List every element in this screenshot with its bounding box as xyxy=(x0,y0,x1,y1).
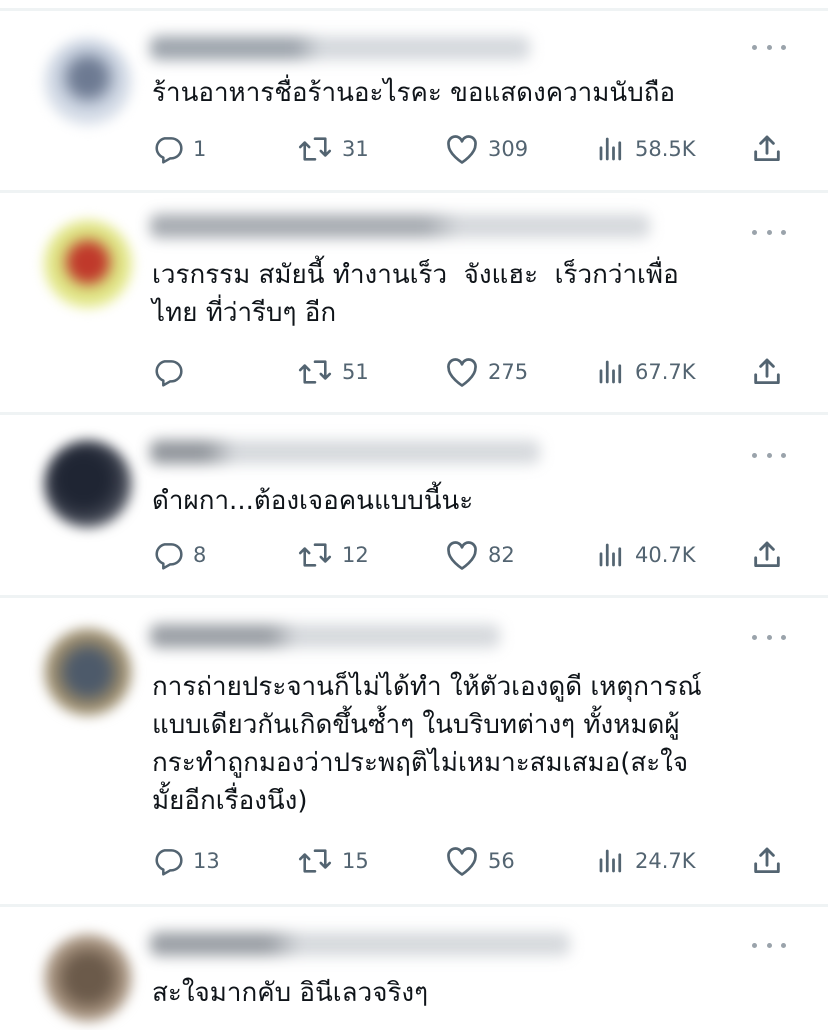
retweet-button[interactable]: 51 xyxy=(297,355,369,389)
tweet-text: ดำผกา...ต้องเจอคนแบบนี้นะ xyxy=(152,486,474,516)
divider xyxy=(0,595,828,598)
more-icon[interactable] xyxy=(752,448,786,462)
retweet-count: 31 xyxy=(342,137,369,161)
reply-count: 1 xyxy=(193,137,207,161)
retweet-count: 15 xyxy=(342,849,369,873)
tweet-text: เวรกรรม สมัยนี้ ทำงานเร็ว จังแฮะ เร็วกว่… xyxy=(152,260,679,328)
share-icon xyxy=(750,132,784,166)
reply-icon xyxy=(152,356,184,388)
tweet-text: ร้านอาหารชื่อร้านอะไรคะ ขอแสดงความนับถือ xyxy=(152,78,676,108)
more-icon[interactable] xyxy=(752,630,786,644)
like-count: 82 xyxy=(488,543,515,567)
tweet-text: การถ่ายประจานก็ไม่ได้ทำ ให้ตัวเองดูดี เห… xyxy=(152,672,702,816)
like-button[interactable]: 82 xyxy=(445,538,515,572)
avatar[interactable] xyxy=(44,934,132,1022)
reply-count: 13 xyxy=(193,849,220,873)
retweet-icon xyxy=(297,539,333,571)
views-button[interactable]: 24.7K xyxy=(596,844,696,878)
reply-icon xyxy=(152,845,184,877)
like-button[interactable]: 309 xyxy=(445,132,528,166)
user-header-blurred[interactable] xyxy=(150,36,530,60)
views-icon xyxy=(596,134,626,164)
views-button[interactable]: 58.5K xyxy=(596,132,696,166)
user-header-blurred[interactable] xyxy=(150,624,500,648)
divider xyxy=(0,190,828,193)
views-icon xyxy=(596,357,626,387)
heart-icon xyxy=(445,845,479,877)
share-button[interactable] xyxy=(750,132,784,166)
user-header-blurred[interactable] xyxy=(150,932,570,956)
more-icon[interactable] xyxy=(752,225,786,239)
views-icon xyxy=(596,846,626,876)
heart-icon xyxy=(445,133,479,165)
tweet-actions: 8 12 82 40.7K xyxy=(0,538,828,572)
heart-icon xyxy=(445,539,479,571)
reply-button[interactable] xyxy=(152,355,193,389)
like-button[interactable]: 275 xyxy=(445,355,528,389)
reply-button[interactable]: 13 xyxy=(152,844,220,878)
tweet-text: สะใจมากคับ อินีเลวจริงๆ xyxy=(152,978,429,1008)
avatar[interactable] xyxy=(44,440,132,528)
retweet-button[interactable]: 31 xyxy=(297,132,369,166)
more-icon[interactable] xyxy=(752,938,786,952)
reply-button[interactable]: 8 xyxy=(152,538,206,572)
more-icon[interactable] xyxy=(752,40,786,54)
share-icon xyxy=(750,355,784,389)
share-button[interactable] xyxy=(750,538,784,572)
retweet-icon xyxy=(297,845,333,877)
like-count: 56 xyxy=(488,849,515,873)
share-icon xyxy=(750,844,784,878)
share-icon xyxy=(750,538,784,572)
user-header-blurred[interactable] xyxy=(150,214,650,238)
reply-icon xyxy=(152,539,184,571)
views-count: 24.7K xyxy=(635,849,696,873)
views-button[interactable]: 40.7K xyxy=(596,538,696,572)
views-count: 40.7K xyxy=(635,543,696,567)
retweet-count: 51 xyxy=(342,360,369,384)
retweet-count: 12 xyxy=(342,543,369,567)
divider xyxy=(0,412,828,415)
retweet-button[interactable]: 12 xyxy=(297,538,369,572)
avatar[interactable] xyxy=(44,38,132,126)
share-button[interactable] xyxy=(750,355,784,389)
divider xyxy=(0,8,828,11)
reply-feed: ร้านอาหารชื่อร้านอะไรคะ ขอแสดงความนับถือ… xyxy=(0,0,828,1030)
retweet-icon xyxy=(297,356,333,388)
share-button[interactable] xyxy=(750,844,784,878)
tweet-actions: 1 31 309 58.5K xyxy=(0,132,828,166)
tweet-actions: 13 15 56 24.7K xyxy=(0,844,828,878)
views-count: 58.5K xyxy=(635,137,696,161)
views-count: 67.7K xyxy=(635,360,696,384)
like-count: 309 xyxy=(488,137,529,161)
like-button[interactable]: 56 xyxy=(445,844,515,878)
avatar[interactable] xyxy=(44,220,132,308)
views-icon xyxy=(596,540,626,570)
reply-icon xyxy=(152,133,184,165)
like-count: 275 xyxy=(488,360,529,384)
heart-icon xyxy=(445,356,479,388)
reply-button[interactable]: 1 xyxy=(152,132,206,166)
user-header-blurred[interactable] xyxy=(150,440,540,464)
avatar[interactable] xyxy=(44,628,132,716)
divider xyxy=(0,904,828,907)
tweet-actions: 51 275 67.7K xyxy=(0,355,828,389)
reply-count: 8 xyxy=(193,543,207,567)
views-button[interactable]: 67.7K xyxy=(596,355,696,389)
retweet-icon xyxy=(297,133,333,165)
retweet-button[interactable]: 15 xyxy=(297,844,369,878)
